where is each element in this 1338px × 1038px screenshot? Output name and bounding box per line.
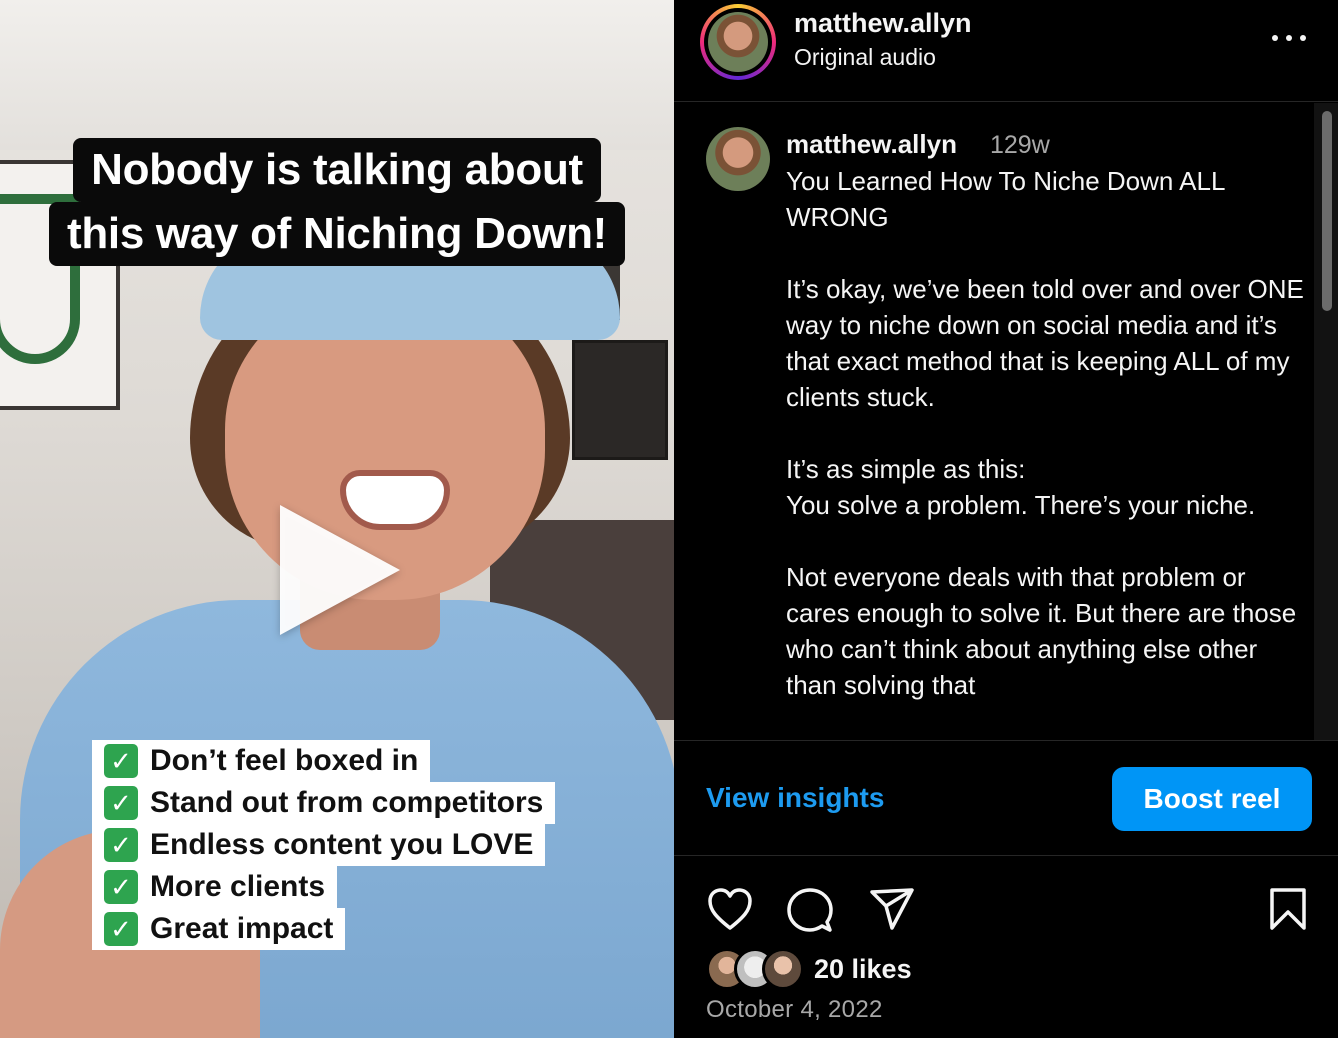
wall-poster [572,340,668,460]
view-insights-link[interactable]: View insights [706,782,884,814]
bookmark-icon[interactable] [1268,886,1308,932]
insights-bar: View insights Boost reel [674,742,1338,856]
caption-username[interactable]: matthew.allyn [786,129,957,160]
checklist-item: ✓ More clients [92,866,338,908]
avatar [762,948,804,990]
more-horizontal-icon[interactable] [1272,30,1306,46]
caption-line-1: Nobody is talking about [73,138,601,202]
checklist-item: ✓ Don’t feel boxed in [92,740,431,782]
caption-section: matthew.allyn 129w You Learned How To Ni… [674,103,1338,741]
comment-avatar[interactable] [706,127,770,191]
white-check-mark-icon: ✓ [104,870,138,904]
video-caption: Nobody is talking about this way of Nich… [0,138,674,266]
reel-video[interactable]: Nobody is talking about this way of Nich… [0,0,674,1038]
ceiling [0,0,674,150]
white-check-mark-icon: ✓ [104,786,138,820]
checklist-item: ✓ Endless content you LOVE [92,824,546,866]
audio-link[interactable]: Original audio [794,44,936,71]
white-check-mark-icon: ✓ [104,912,138,946]
instagram-reel-view: Nobody is talking about this way of Nich… [0,0,1338,1038]
likes-count[interactable]: 20 likes [814,954,912,985]
checklist-item: ✓ Great impact [92,908,346,950]
play-icon[interactable] [280,505,400,635]
comment-icon[interactable] [786,886,834,934]
video-checklist: ✓ Don’t feel boxed in ✓ Stand out from com… [92,740,556,950]
header-username[interactable]: matthew.allyn [794,8,972,39]
post-date: October 4, 2022 [706,996,883,1023]
post-header: matthew.allyn Original audio [674,0,1338,102]
avatar [706,127,770,191]
share-icon[interactable] [868,886,916,932]
heart-icon[interactable] [706,886,754,932]
scroll-thumb[interactable] [1322,111,1332,311]
checklist-item: ✓ Stand out from competitors [92,782,556,824]
boost-reel-button[interactable]: Boost reel [1112,767,1312,831]
post-panel: matthew.allyn Original audio matthew.all… [674,0,1338,1038]
post-actions [674,880,1338,940]
scrollbar[interactable] [1314,103,1338,740]
avatar [708,12,768,72]
white-check-mark-icon: ✓ [104,744,138,778]
caption-line-2: this way of Niching Down! [48,202,626,266]
caption-text: You Learned How To Niche Down ALL WRONG … [786,166,1304,700]
white-check-mark-icon: ✓ [104,828,138,862]
caption-timestamp[interactable]: 129w [990,131,1050,160]
story-avatar[interactable] [700,4,776,80]
